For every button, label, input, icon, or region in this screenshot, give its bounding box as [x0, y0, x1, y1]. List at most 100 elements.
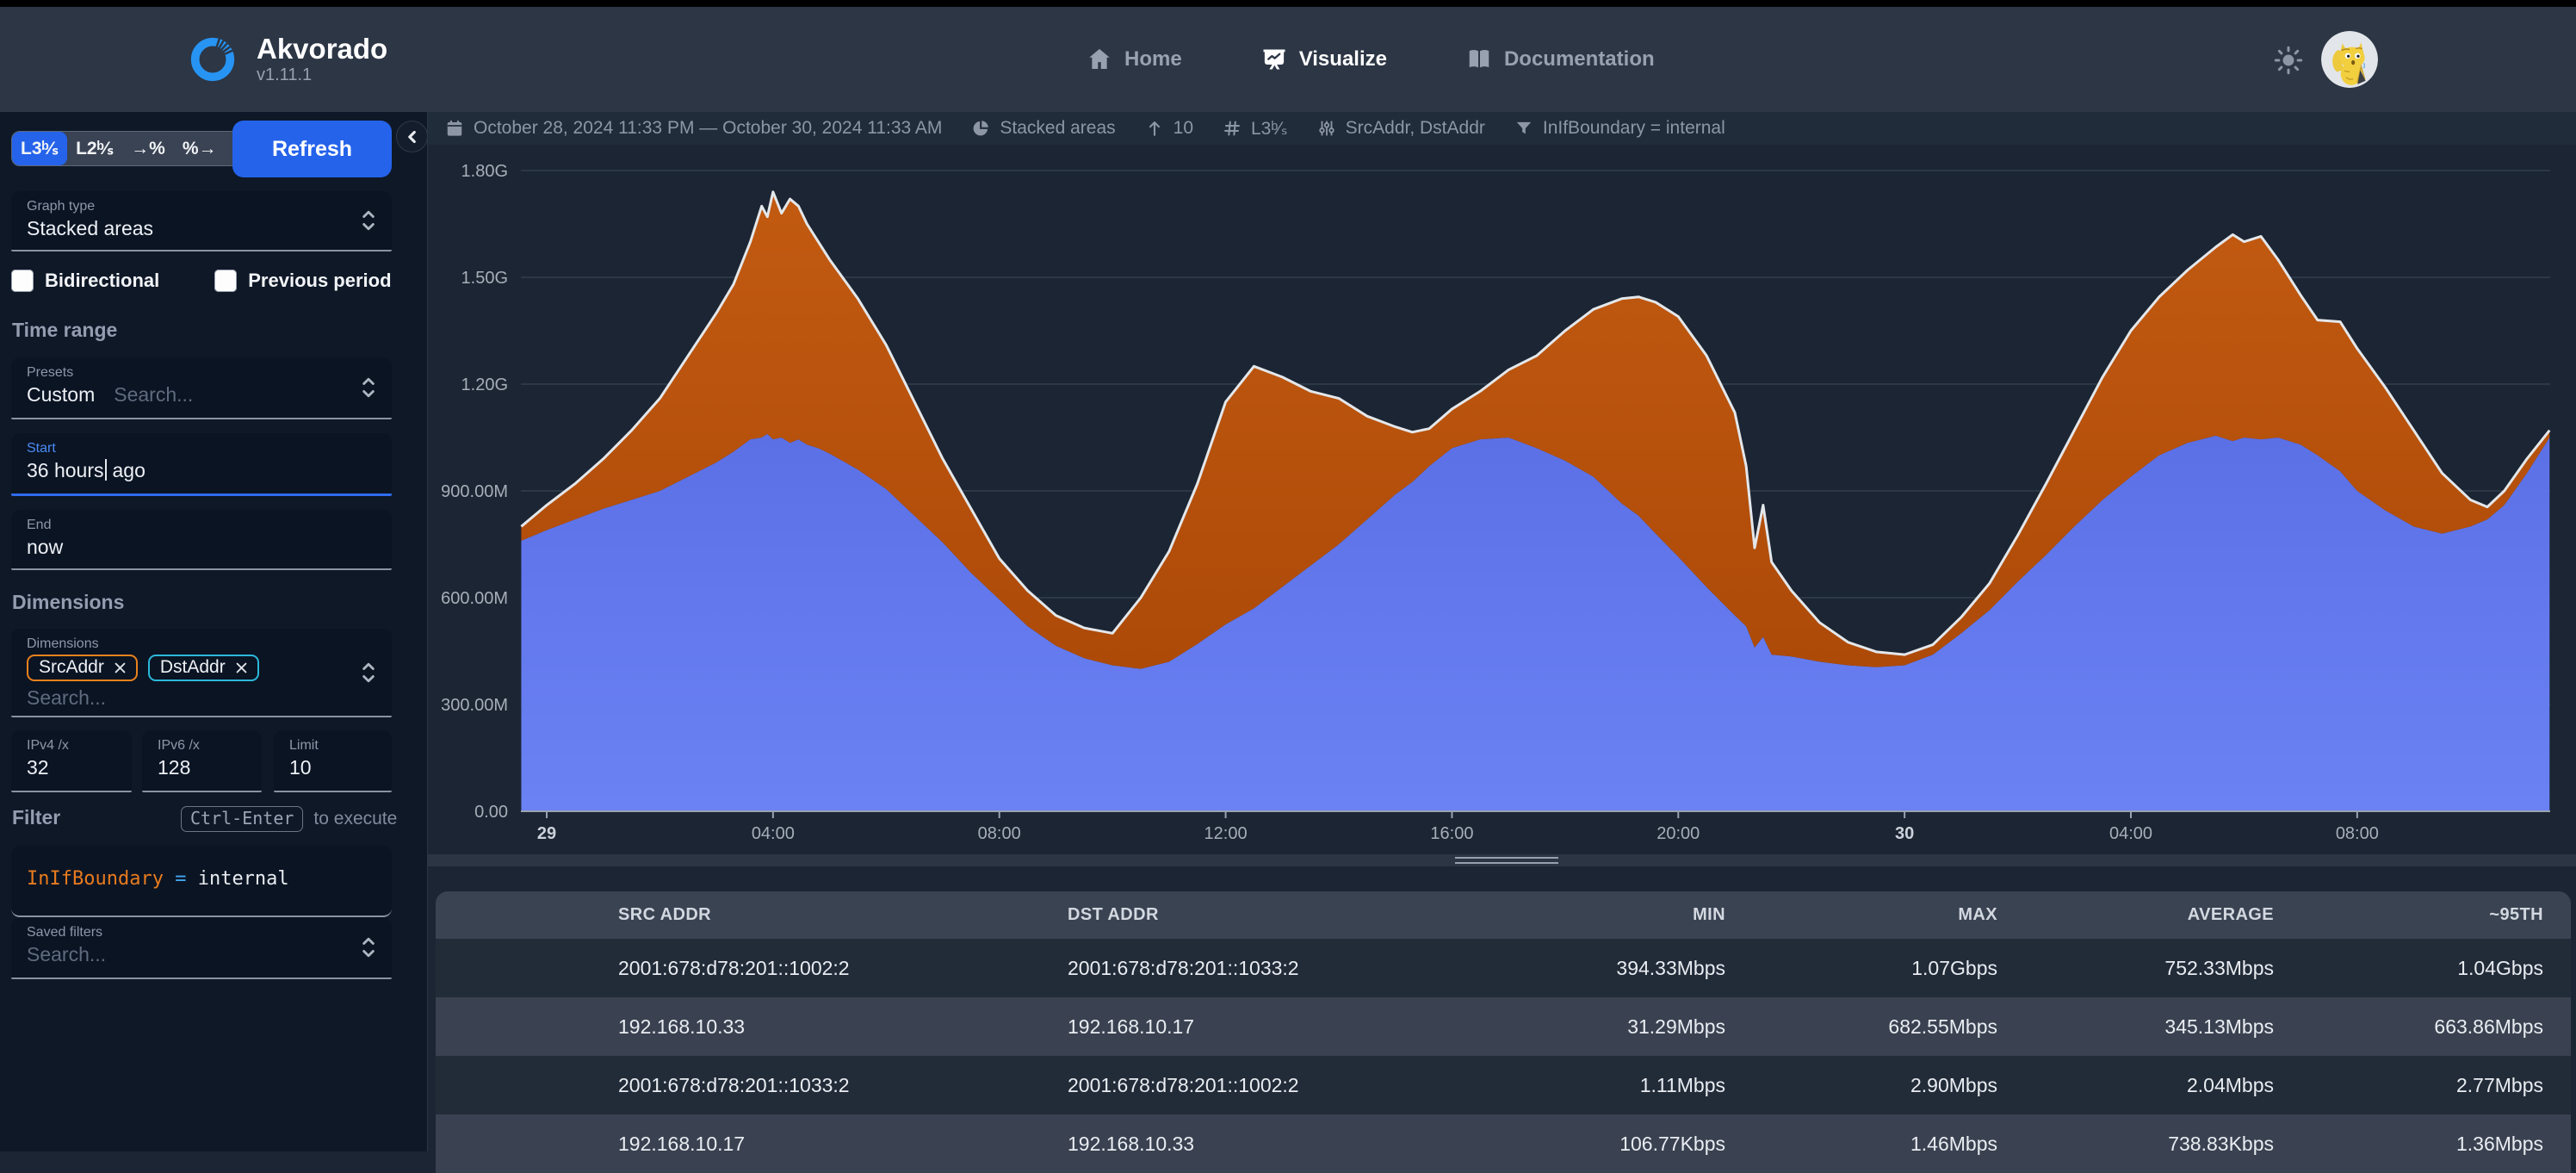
previous-period-checkbox[interactable] — [214, 270, 237, 292]
column-header-95th: ~95TH — [2274, 905, 2571, 925]
summary-funnel: InIfBoundary = internal — [1514, 118, 1725, 139]
graph-type-select[interactable]: Graph type Stacked areas — [11, 191, 392, 251]
filter-value-token: internal — [198, 868, 289, 890]
unit-toggle-[interactable]: →% — [122, 132, 174, 165]
ipv4-label: IPv4 /x — [27, 738, 132, 754]
resize-handle[interactable] — [1455, 857, 1558, 864]
svg-text:600.00M: 600.00M — [441, 589, 508, 608]
svg-text:0.00: 0.00 — [474, 803, 508, 822]
saved-filters-placeholder: Search... — [27, 943, 106, 965]
src-addr-cell: 2001:678:d78:201::1033:2 — [618, 1074, 1068, 1097]
svg-text:300.00M: 300.00M — [441, 696, 508, 715]
dimension-chip-dstaddr[interactable]: DstAddr — [148, 655, 259, 681]
start-label: Start — [27, 441, 376, 456]
svg-text:12:00: 12:00 — [1204, 824, 1248, 843]
svg-text:900.00M: 900.00M — [441, 482, 508, 501]
graph-type-value: Stacked areas — [27, 217, 153, 239]
src-addr-cell: 192.168.10.33 — [618, 1015, 1068, 1039]
min-cell: 1.11Mbps — [1453, 1074, 1725, 1097]
svg-text:29: 29 — [537, 824, 556, 843]
end-value: now — [27, 536, 63, 558]
column-header-dst-addr: DST ADDR — [1068, 905, 1453, 925]
unit-toggle-l2[interactable]: L2ᵇ⁄ₛ — [67, 132, 122, 165]
sidebar-collapse-button[interactable] — [396, 121, 428, 152]
nav-item-home[interactable]: Home — [1087, 47, 1182, 72]
min-cell: 394.33Mbps — [1453, 957, 1725, 980]
query-summary-bar: October 28, 2024 11:33 PM — October 30, … — [428, 112, 2576, 145]
filter-title: Filter — [12, 806, 60, 829]
table-header-row: SRC ADDRDST ADDRMINMAXAVERAGE~95TH — [436, 891, 2571, 939]
src-addr-cell: 192.168.10.17 — [618, 1133, 1068, 1156]
hash-icon — [1223, 119, 1242, 138]
main-nav: Home Visualize Documentation — [1087, 7, 1655, 112]
dst-addr-cell: 2001:678:d78:201::1002:2 — [1068, 1074, 1453, 1097]
theme-toggle-sun-icon[interactable] — [2273, 45, 2304, 76]
chevron-updown-icon — [359, 934, 378, 961]
column-header-min: MIN — [1453, 905, 1725, 925]
unit-toggle-[interactable]: %→ — [174, 132, 226, 165]
dimensions-select[interactable]: Dimensions SrcAddrDstAddr Search... — [11, 629, 392, 717]
brand[interactable]: Akvorado v1.11.1 — [188, 7, 387, 112]
options-sidebar: L3ᵇ⁄ₛL2ᵇ⁄ₛ→%%→ᵖ⁄ₛ Refresh Graph type Sta… — [0, 112, 428, 1151]
svg-text:1.50G: 1.50G — [461, 269, 508, 288]
window-top-strip — [0, 0, 2576, 7]
p95-cell: 1.04Gbps — [2274, 957, 2571, 980]
user-avatar[interactable] — [2321, 31, 2378, 88]
p95-cell: 663.86Mbps — [2274, 1015, 2571, 1039]
ipv6-label: IPv6 /x — [158, 738, 262, 754]
saved-filters-label: Saved filters — [27, 925, 376, 940]
dimension-chip-srcaddr[interactable]: SrcAddr — [27, 655, 138, 681]
start-time-input[interactable]: Start 36 hoursago — [11, 433, 392, 496]
traffic-stacked-area-chart[interactable]: 1.80G1.50G1.20G900.00M600.00M300.00M0.00… — [430, 145, 2576, 870]
presets-select[interactable]: Presets Custom Search... — [11, 357, 392, 419]
close-icon[interactable] — [113, 661, 127, 675]
average-cell: 738.83Kbps — [1997, 1133, 2274, 1156]
time-range-title: Time range — [12, 319, 117, 342]
previous-period-label: Previous period — [248, 270, 391, 292]
dst-addr-cell: 2001:678:d78:201::1033:2 — [1068, 957, 1453, 980]
svg-text:08:00: 08:00 — [2336, 824, 2379, 843]
filter-shortcut-hint: Ctrl-Enter to execute — [181, 806, 397, 832]
limit-input[interactable]: Limit 10 — [274, 730, 392, 792]
filter-expression-editor[interactable]: InIfBoundary = internal — [11, 846, 392, 917]
unit-toggle-group: L3ᵇ⁄ₛL2ᵇ⁄ₛ→%%→ᵖ⁄ₛ — [11, 131, 260, 166]
nav-item-documentation[interactable]: Documentation — [1466, 47, 1655, 72]
app-title: Akvorado — [257, 34, 387, 65]
table-row: 2001:678:d78:201::1002:22001:678:d78:201… — [436, 939, 2571, 997]
chevron-updown-icon — [359, 374, 378, 401]
top-navbar: Akvorado v1.11.1 Home Visualize Documentat… — [0, 7, 2576, 112]
presentation-chart-icon — [1261, 47, 1287, 72]
unit-toggle-l3[interactable]: L3ᵇ⁄ₛ — [12, 132, 67, 165]
max-cell: 682.55Mbps — [1725, 1015, 1997, 1039]
presets-search-placeholder: Search... — [114, 383, 193, 407]
svg-text:1.80G: 1.80G — [461, 162, 508, 181]
min-cell: 31.29Mbps — [1453, 1015, 1725, 1039]
max-cell: 2.90Mbps — [1725, 1074, 1997, 1097]
nav-item-visualize[interactable]: Visualize — [1261, 47, 1387, 72]
chevron-updown-icon — [359, 207, 378, 234]
end-time-input[interactable]: End now — [11, 510, 392, 570]
summary-calendar: October 28, 2024 11:33 PM — October 30, … — [445, 118, 942, 139]
svg-text:04:00: 04:00 — [2109, 824, 2152, 843]
dimension-chips: SrcAddr DstAddr — [27, 655, 376, 681]
table-row: 192.168.10.17192.168.10.33106.77Kbps1.46… — [436, 1114, 2571, 1173]
refresh-button[interactable]: Refresh — [232, 121, 392, 177]
text-caret — [105, 459, 107, 481]
presets-label: Presets — [27, 365, 376, 381]
src-addr-cell: 2001:678:d78:201::1002:2 — [618, 957, 1068, 980]
ipv4-prefix-input[interactable]: IPv4 /x 32 — [11, 730, 132, 792]
top-flows-table: SRC ADDRDST ADDRMINMAXAVERAGE~95TH2001:6… — [436, 891, 2571, 1173]
ipv6-prefix-input[interactable]: IPv6 /x 128 — [142, 730, 262, 792]
start-value-after-caret: ago — [113, 459, 146, 481]
summary-arrow-up: 10 — [1145, 118, 1193, 139]
sliders-icon — [1317, 119, 1336, 138]
svg-text:08:00: 08:00 — [978, 824, 1021, 843]
saved-filters-select[interactable]: Saved filters Search... — [11, 917, 392, 979]
dst-addr-cell: 192.168.10.17 — [1068, 1015, 1453, 1039]
pie-chart-icon — [971, 119, 990, 138]
close-icon[interactable] — [234, 661, 249, 675]
summary-pie-chart: Stacked areas — [971, 118, 1115, 139]
max-cell: 1.07Gbps — [1725, 957, 1997, 980]
bidirectional-checkbox[interactable] — [11, 270, 34, 292]
ipv6-value: 128 — [158, 756, 190, 779]
